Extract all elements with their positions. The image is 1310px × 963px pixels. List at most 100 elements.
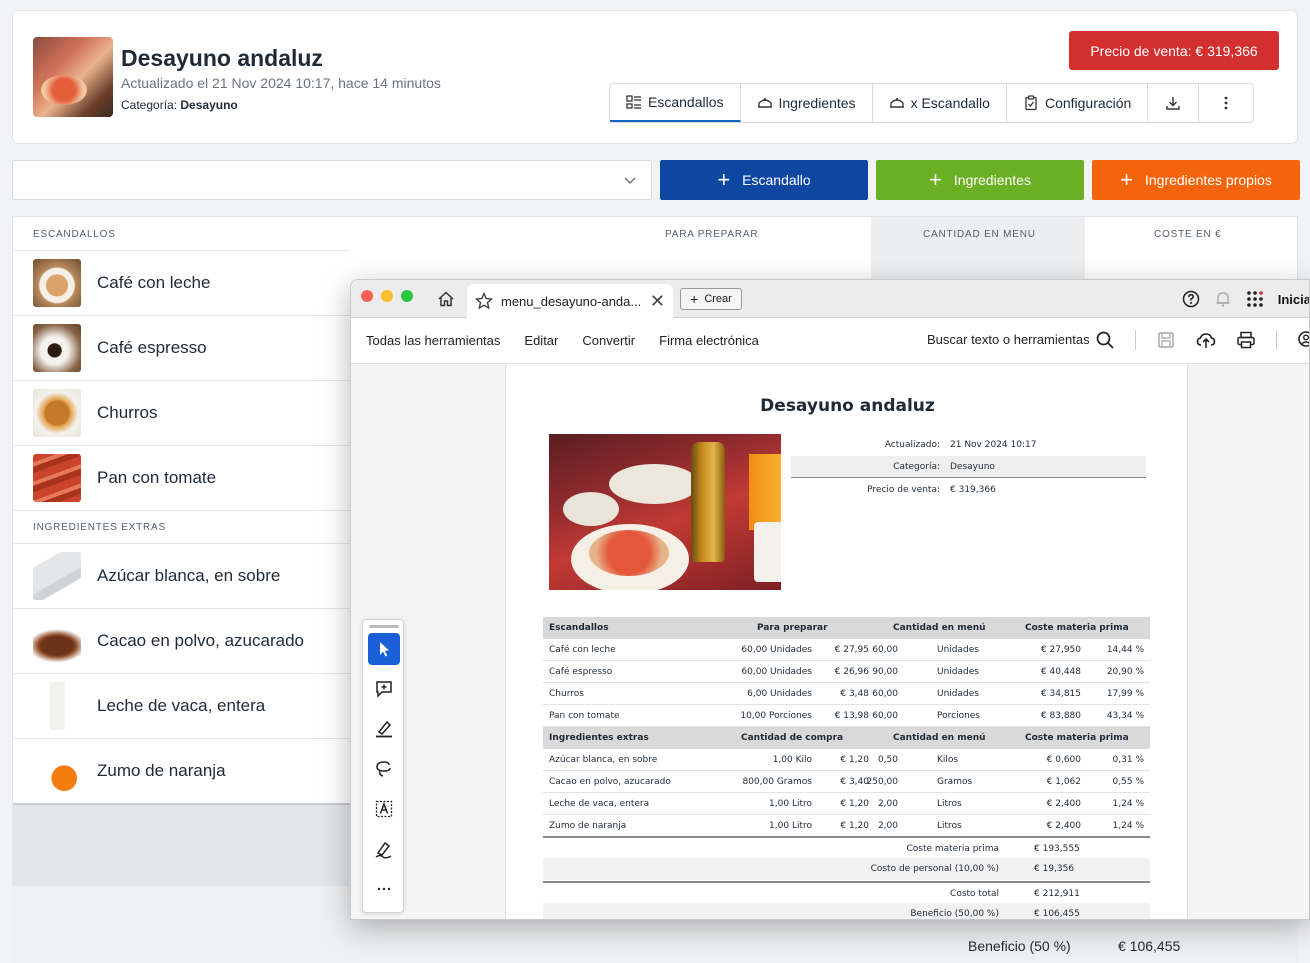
button-label: Ingredientes	[953, 172, 1031, 188]
print-icon[interactable]	[1236, 330, 1256, 350]
row-menu-unit: Litros	[937, 821, 962, 831]
add-escandallo-button[interactable]: + Escandallo	[660, 160, 868, 200]
table-row[interactable]: Churros	[13, 380, 350, 445]
save-icon[interactable]	[1156, 330, 1176, 350]
help-icon[interactable]	[1182, 290, 1200, 308]
titlebar-right: Inicia	[1182, 290, 1309, 308]
escandallo-select[interactable]	[12, 160, 652, 200]
pdf-page: Desayuno andaluz Actualizado: 21 Nov 202…	[505, 364, 1188, 919]
total-label: Beneficio (50,00 %)	[910, 909, 999, 919]
add-ingredientes-propios-button[interactable]: + Ingredientes propios	[1092, 160, 1300, 200]
pdf-table-row: Zumo de naranja 1,00 Litro € 1,20 2,00 Litro…	[543, 815, 1150, 837]
column-header-para-preparar: PARA PREPARAR	[665, 228, 759, 240]
viewer-titlebar: menu_desayuno-anda... ✕ + Crear Inicia	[351, 280, 1309, 318]
table-row[interactable]: Café espresso	[13, 315, 350, 380]
document-tab[interactable]: menu_desayuno-anda... ✕	[467, 284, 673, 318]
row-percent: 43,34 %	[1106, 711, 1144, 721]
more-tools-button[interactable]	[368, 873, 400, 905]
sign-tool[interactable]	[368, 833, 400, 865]
close-tab-icon[interactable]: ✕	[650, 291, 665, 312]
total-value: € 19,356	[1034, 864, 1075, 874]
menu-editar[interactable]: Editar	[524, 333, 558, 348]
search-tools-text[interactable]: Buscar texto o herramientas	[927, 332, 1090, 347]
total-label: Coste materia prima	[906, 844, 999, 854]
pen-sign-icon	[375, 841, 392, 859]
pdf-meta-row: Categoría: Desayuno	[791, 456, 1146, 478]
tab-ingredientes[interactable]: Ingredientes	[741, 84, 873, 122]
close-window-button[interactable]	[361, 290, 373, 302]
row-menu-unit: Porciones	[937, 711, 981, 721]
menu-convertir[interactable]: Convertir	[582, 333, 635, 348]
menu-firma-electronica[interactable]: Firma electrónica	[659, 333, 759, 348]
highlight-tool[interactable]	[368, 713, 400, 745]
star-icon[interactable]	[475, 292, 493, 310]
document-canvas[interactable]: Desayuno andaluz Actualizado: 21 Nov 202…	[351, 364, 1309, 919]
row-menu-qty: 2,00	[877, 821, 898, 831]
header-para-preparar: Para preparar	[757, 623, 828, 633]
row-quantity: 60,00 Unidades	[741, 645, 812, 655]
bowl-icon	[757, 98, 772, 108]
download-button[interactable]	[1148, 84, 1200, 122]
header-coste: Coste materia prima	[1025, 733, 1129, 743]
comment-tool[interactable]	[368, 673, 400, 705]
table-row[interactable]: Café con leche	[13, 250, 350, 315]
item-thumbnail	[33, 682, 81, 730]
row-name: Café espresso	[549, 667, 613, 677]
maximize-window-button[interactable]	[401, 290, 413, 302]
list-icon	[626, 95, 641, 109]
table-row[interactable]: Zumo de naranja	[13, 738, 350, 803]
tab-x-escandallo[interactable]: x Escandallo	[873, 84, 1007, 122]
row-menu-qty: 60,00	[872, 711, 898, 721]
row-menu-unit: Unidades	[937, 689, 979, 699]
text-box-icon	[375, 800, 393, 818]
table-row[interactable]: Azúcar blanca, en sobre	[13, 543, 350, 608]
row-price: € 3,48	[840, 689, 869, 699]
tab-configuracion[interactable]: Configuración	[1007, 84, 1149, 122]
share-user-icon[interactable]	[1297, 330, 1310, 350]
comment-icon	[376, 681, 392, 698]
search-icon[interactable]	[1095, 330, 1115, 350]
table-row[interactable]: Pan con tomate	[13, 445, 350, 510]
header-ingredientes-extras: Ingredientes extras	[549, 733, 649, 743]
sale-price-button[interactable]: Precio de venta: € 319,366	[1069, 31, 1279, 70]
pdf-viewer-window: menu_desayuno-anda... ✕ + Crear Inicia T…	[350, 279, 1310, 920]
row-cost: € 0,600	[1046, 755, 1081, 765]
row-name: Churros	[549, 689, 584, 699]
row-name: Leche de vaca, entera	[549, 799, 650, 809]
select-tool[interactable]	[368, 633, 400, 665]
bell-icon[interactable]	[1214, 290, 1232, 308]
minimize-window-button[interactable]	[381, 290, 393, 302]
total-value: € 106,455	[1034, 909, 1080, 919]
pdf-total-row: Costo total € 212,911	[543, 881, 1150, 903]
row-quantity: 6,00 Unidades	[747, 689, 812, 699]
meta-label: Precio de venta:	[867, 485, 940, 495]
add-ingredientes-button[interactable]: + Ingredientes	[876, 160, 1084, 200]
row-cost: € 2,400	[1046, 799, 1081, 809]
crear-label: Crear	[704, 293, 732, 305]
more-options-button[interactable]	[1199, 84, 1253, 122]
row-quantity: 1,00 Kilo	[772, 755, 812, 765]
total-label: Costo de personal (10,00 %)	[870, 864, 999, 874]
crear-button[interactable]: + Crear	[680, 288, 742, 310]
menu-todas-herramientas[interactable]: Todas las herramientas	[366, 333, 500, 348]
item-label: Zumo de naranja	[97, 761, 226, 780]
row-menu-qty: 250,00	[866, 777, 899, 787]
text-box-tool[interactable]	[368, 793, 400, 825]
row-menu-qty: 2,00	[877, 799, 898, 809]
draw-tool[interactable]	[368, 753, 400, 785]
drag-handle[interactable]	[369, 625, 399, 628]
plus-icon: +	[929, 167, 942, 192]
tab-label: x Escandallo	[910, 95, 990, 111]
row-menu-unit: Unidades	[937, 645, 979, 655]
row-percent: 17,99 %	[1106, 689, 1144, 699]
menubar-icons	[1095, 330, 1310, 350]
apps-grid-icon[interactable]	[1246, 290, 1264, 308]
table-row[interactable]: Cacao en polvo, azucarado	[13, 608, 350, 673]
account-text[interactable]: Inicia	[1278, 292, 1309, 307]
upload-cloud-icon[interactable]	[1196, 330, 1216, 350]
tab-escandallos[interactable]: Escandallos	[610, 84, 741, 122]
home-icon[interactable]	[437, 290, 455, 308]
column-header-escandallos: ESCANDALLOS	[33, 228, 116, 240]
table-row[interactable]: Leche de vaca, entera	[13, 673, 350, 738]
row-percent: 14,44 %	[1106, 645, 1144, 655]
